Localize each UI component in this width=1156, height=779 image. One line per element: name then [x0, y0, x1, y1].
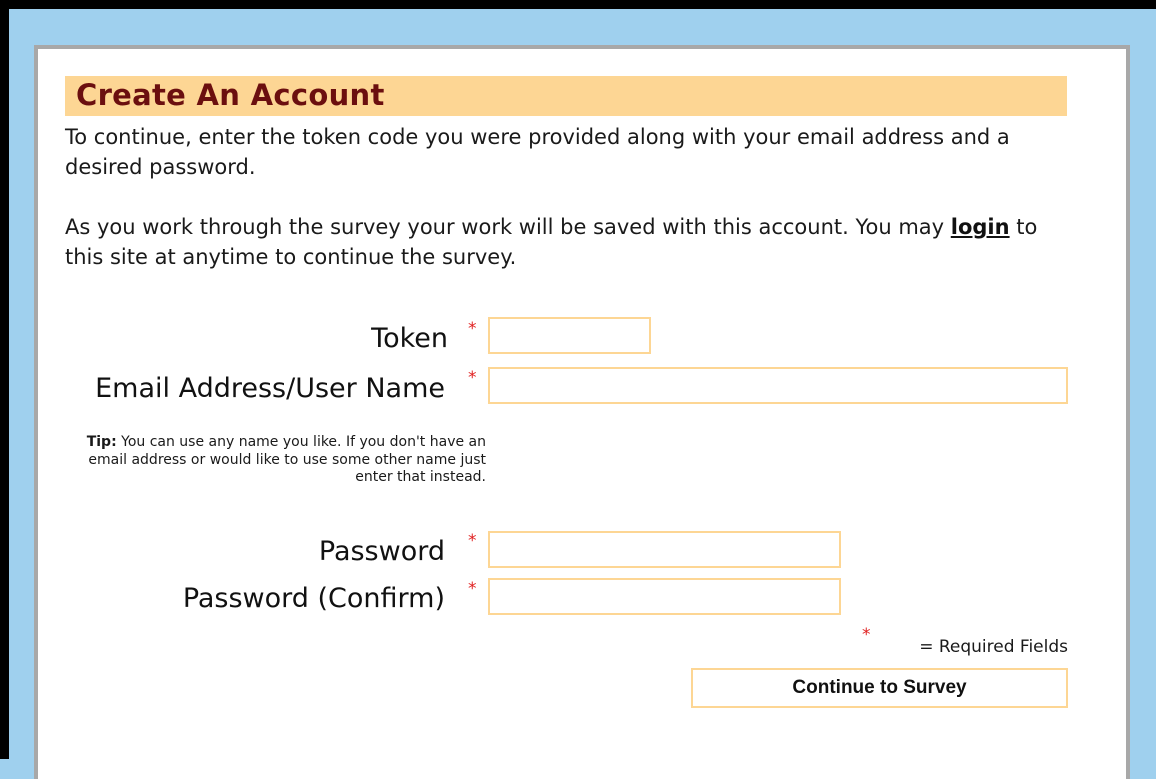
intro-paragraph-1: To continue, enter the token code you we…	[65, 125, 1010, 179]
intro-paragraph-2: As you work through the survey your work…	[65, 212, 1067, 272]
page-header: Create An Account	[65, 76, 1067, 116]
legend-required-mark: *	[862, 625, 871, 645]
email-required-mark: *	[468, 368, 477, 388]
password-label: Password	[318, 536, 445, 567]
tip-text: You can use any name you like. If you do…	[88, 434, 486, 485]
email-label: Email Address/User Name	[95, 373, 445, 404]
intro-text: To continue, enter the token code you we…	[65, 122, 1067, 272]
password-confirm-required-mark: *	[468, 579, 477, 599]
token-label: Token	[371, 323, 448, 354]
content-panel: Create An Account To continue, enter the…	[34, 45, 1130, 779]
password-input[interactable]	[488, 531, 841, 568]
tip-prefix: Tip:	[86, 434, 117, 450]
password-required-mark: *	[468, 531, 477, 551]
window-frame-top	[0, 0, 1156, 9]
token-input[interactable]	[488, 317, 651, 354]
login-link[interactable]: login	[951, 215, 1010, 239]
required-fields-legend: = Required Fields	[919, 637, 1068, 657]
window-frame-left	[0, 0, 9, 759]
username-tip: Tip: You can use any name you like. If y…	[66, 434, 486, 487]
token-required-mark: *	[468, 319, 477, 339]
continue-to-survey-button[interactable]: Continue to Survey	[691, 668, 1068, 708]
intro-paragraph-2-start: As you work through the survey your work…	[65, 215, 951, 239]
password-confirm-input[interactable]	[488, 578, 841, 615]
page-title: Create An Account	[76, 78, 385, 112]
email-input[interactable]	[488, 367, 1068, 404]
password-confirm-label: Password (Confirm)	[182, 583, 445, 614]
